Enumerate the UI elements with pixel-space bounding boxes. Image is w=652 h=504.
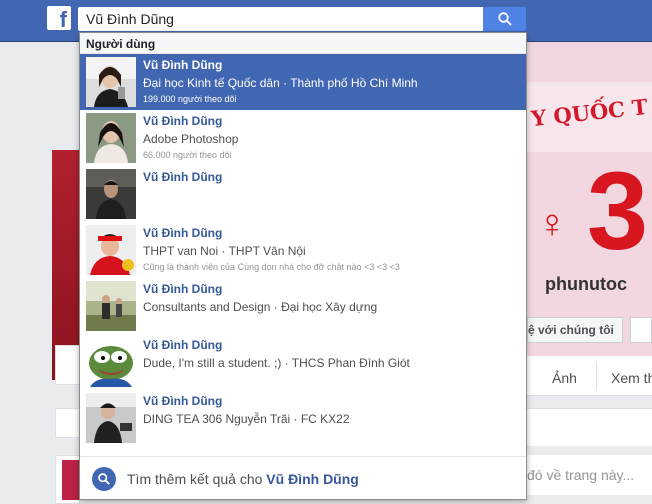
result-subtitle: Adobe Photoshop — [143, 132, 239, 146]
result-meta: 66.000 người theo dõi — [143, 150, 232, 160]
result-subtitle: Consultants and Design · Đại học Xây dựn… — [143, 300, 378, 314]
result-name: Vũ Đình Dũng — [143, 226, 223, 240]
avatar — [86, 337, 136, 387]
tab-photos[interactable]: Ảnh — [552, 370, 577, 386]
tab-divider — [596, 362, 597, 390]
avatar — [86, 113, 136, 163]
see-more-prefix: Tìm thêm kết quả cho — [127, 471, 267, 487]
result-name: Vũ Đình Dũng — [143, 114, 223, 128]
venus-symbol-icon: ♀ — [537, 202, 567, 246]
facebook-logo-icon[interactable]: f — [47, 6, 71, 30]
result-subtitle: DING TEA 306 Nguyễn Trãi · FC KX22 — [143, 412, 350, 426]
background-thumbnail — [62, 460, 80, 500]
tab-more[interactable]: Xem th — [611, 370, 652, 386]
search-result-item[interactable]: Vũ Đình Dũng Đại học Kinh tế Quốc dân · … — [80, 54, 526, 110]
result-subtitle: THPT van Noi · THPT Vân Nội — [143, 244, 306, 258]
cover-number: 3 — [587, 150, 649, 273]
avatar — [86, 393, 136, 443]
search-result-item[interactable]: Vũ Đình Dũng Dude, I'm still a student. … — [80, 334, 526, 390]
search-icon — [497, 12, 512, 26]
result-name: Vũ Đình Dũng — [143, 338, 223, 352]
background-card — [55, 408, 80, 438]
avatar — [86, 169, 136, 219]
search-result-item[interactable]: Vũ Đình Dũng — [80, 166, 526, 222]
search-result-item[interactable]: Vũ Đình Dũng Consultants and Design · Đạ… — [80, 278, 526, 334]
background-card — [527, 408, 652, 446]
result-name: Vũ Đình Dũng — [143, 394, 223, 408]
cover-photo: Y QUỐC T ♀ 3 phunutoc — [527, 42, 652, 356]
result-meta: Cũng là thành viên của Cùng dọn nhà cho … — [143, 262, 400, 272]
like-button[interactable] — [630, 317, 652, 343]
see-more-label: Tìm thêm kết quả cho Vũ Đình Dũng — [127, 471, 359, 487]
see-more-results[interactable]: Tìm thêm kết quả cho Vũ Đình Dũng — [80, 456, 526, 499]
result-meta: 199.000 người theo dõi — [143, 94, 237, 104]
post-composer-placeholder[interactable]: đó về trang này... — [527, 467, 634, 483]
result-name: Vũ Đình Dũng — [143, 58, 223, 72]
search-result-item[interactable]: Vũ Đình Dũng Adobe Photoshop 66.000 ngườ… — [80, 110, 526, 166]
search-result-item[interactable]: Vũ Đình Dũng THPT van Noi · THPT Vân Nội… — [80, 222, 526, 278]
search-icon — [92, 467, 116, 491]
search-results-dropdown: Người dùng Vũ Đình Dũng Đại học Kinh tế … — [79, 32, 527, 500]
search-input[interactable]: Vũ Đình Dũng — [78, 7, 483, 31]
avatar — [86, 281, 136, 331]
cover-site-name: phunutoc — [545, 274, 627, 294]
avatar — [86, 225, 136, 275]
search-button[interactable] — [483, 7, 526, 31]
result-name: Vũ Đình Dũng — [143, 282, 223, 296]
result-subtitle: Đại học Kinh tế Quốc dân · Thành phố Hồ … — [143, 76, 418, 90]
background-card — [55, 345, 80, 385]
result-name: Vũ Đình Dũng — [143, 170, 223, 184]
result-subtitle: Dude, I'm still a student. ;) · THCS Pha… — [143, 356, 410, 370]
contact-us-button[interactable]: ệ với chúng tôi — [527, 317, 623, 343]
see-more-query: Vũ Đình Dũng — [266, 471, 359, 487]
search-result-item[interactable]: Vũ Đình Dũng DING TEA 306 Nguyễn Trãi · … — [80, 390, 526, 446]
avatar — [86, 57, 136, 107]
section-title: Người dùng — [80, 33, 526, 54]
